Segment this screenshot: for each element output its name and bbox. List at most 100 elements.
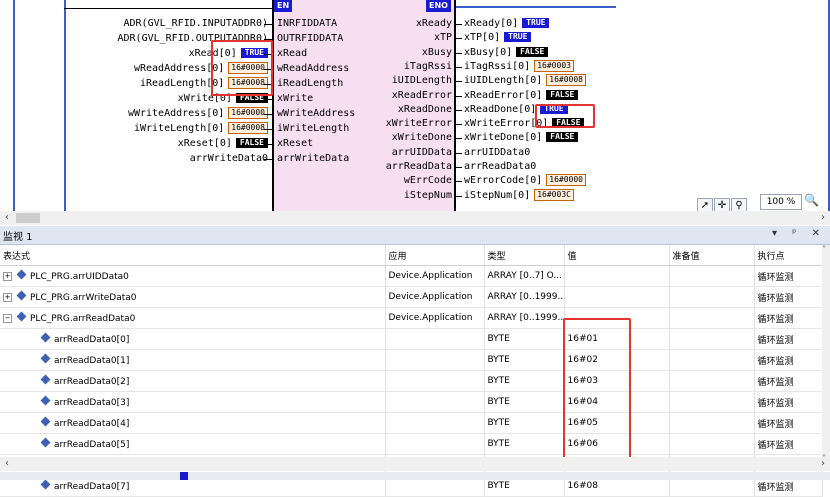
output-pin-label: xTP (433, 32, 452, 44)
zoom-icon[interactable]: ⚲ (731, 198, 747, 211)
watch-row[interactable]: arrReadData0[3] BYTE 16#04 循环监测 (0, 391, 823, 413)
scroll-right-icon[interactable]: › (816, 457, 830, 471)
column-header[interactable]: 准备值 (669, 245, 755, 266)
output-variable[interactable]: arrReadData0 (464, 160, 536, 173)
prepared-value-cell[interactable] (669, 391, 755, 413)
input-variable[interactable]: ADR(GVL_RFID.INPUTADDR0) (124, 17, 269, 30)
watch-panel: 监视 1 ▾ ᵖ ✕ 表达式 应用 类型值准备值 执行点 + PLC_PRG.arrUI… (0, 226, 830, 497)
input-wire (264, 144, 272, 145)
expression-text: PLC_PRG.arrReadData0 (30, 313, 136, 324)
zoom-level[interactable]: 100 % (760, 194, 802, 210)
output-variable[interactable]: xBusy[0] FALSE (464, 46, 549, 59)
variable-icon (40, 479, 51, 489)
expression-cell: arrReadData0[2] (0, 370, 386, 392)
application-cell: Device.Application (385, 286, 485, 308)
watch-row[interactable]: arrReadData0[0] BYTE 16#01 循环监测 (0, 328, 823, 350)
scroll-right-icon[interactable]: › (816, 211, 830, 225)
prepared-value-cell[interactable] (669, 328, 755, 350)
watch-horizontal-scrollbar[interactable]: ‹ › (0, 457, 830, 471)
output-variable[interactable]: xReadError[0] FALSE (464, 89, 579, 102)
output-variable[interactable]: iUIDLength[0] 16#0008 (464, 74, 586, 87)
output-pin-label: xReady (415, 18, 452, 29)
prepared-value-cell[interactable] (669, 370, 755, 392)
prepared-value-cell[interactable] (669, 307, 755, 329)
expression-text: arrReadData0[3] (54, 397, 130, 408)
watch-row[interactable]: arrReadData0[1] BYTE 16#02 循环监测 (0, 349, 823, 371)
move-icon[interactable]: ✛ (714, 198, 730, 211)
expression-cell: arrReadData0[3] (0, 391, 386, 413)
prepared-value-cell[interactable] (669, 286, 755, 308)
column-header[interactable]: 应用 (385, 245, 485, 266)
pointer-icon[interactable]: ➚ (697, 198, 713, 211)
application-cell: Device.Application (385, 265, 485, 287)
watch-vertical-scrollbar[interactable]: ˄ ˅ (822, 245, 830, 463)
watch-tab-icon[interactable] (180, 472, 188, 480)
watch-title: 监视 1 (3, 232, 33, 243)
watch-row[interactable]: + PLC_PRG.arrUIDData0 Device.Application AR… (0, 265, 823, 287)
expand-icon[interactable]: + (3, 271, 12, 281)
highlight-read-values (563, 318, 631, 470)
en-pin: EN (274, 0, 293, 12)
variable-icon (40, 437, 51, 447)
type-cell: BYTE (484, 328, 565, 350)
value-badge: FALSE (546, 132, 579, 143)
window-buttons[interactable]: ▾ ᵖ ✕ (772, 228, 826, 239)
output-wire (456, 52, 462, 54)
output-variable[interactable]: xTP[0] TRUE (464, 31, 532, 44)
scroll-left-icon[interactable]: ‹ (0, 211, 14, 225)
bottom-tab-strip (0, 472, 830, 480)
watch-row[interactable]: arrReadData0[2] BYTE 16#03 循环监测 (0, 370, 823, 392)
column-header[interactable]: 表达式 (0, 245, 386, 266)
prepared-value-cell[interactable] (669, 349, 755, 371)
scroll-left-icon[interactable]: ‹ (0, 457, 14, 471)
output-variable[interactable]: xReady[0] TRUE (464, 17, 550, 30)
input-variable[interactable]: arrWriteData0 (190, 152, 268, 165)
execution-point-cell: 循环监测 (754, 370, 823, 392)
watch-titlebar: 监视 1 ▾ ᵖ ✕ (0, 226, 830, 245)
execution-point-cell: 循环监测 (754, 349, 823, 371)
prepared-value-cell[interactable] (669, 433, 755, 455)
prepared-value-cell[interactable] (669, 265, 755, 287)
output-variable[interactable]: iStepNum[0] 16#003C (464, 188, 574, 202)
watch-row[interactable]: − PLC_PRG.arrReadData0 Device.Application A… (0, 307, 823, 329)
prepared-value-cell[interactable] (669, 412, 755, 434)
type-cell: BYTE (484, 433, 565, 455)
editor-horizontal-scrollbar[interactable]: ‹ › (0, 211, 830, 225)
scroll-thumb[interactable] (16, 213, 40, 223)
zoom-dropdown-icon[interactable]: 🔍 (804, 193, 819, 207)
column-header[interactable]: 类型 (484, 245, 565, 266)
input-variable[interactable]: iWriteLength[0] 16#0008 (134, 122, 268, 135)
fbd-editor[interactable]: EN ENO ADR(GVL_RFID.INPUTADDR0) INRFIDDAT… (0, 0, 830, 211)
watch-row[interactable]: arrReadData0[5] BYTE 16#06 循环监测 (0, 433, 823, 455)
output-variable[interactable]: iTagRssi[0] 16#0003 (464, 59, 574, 73)
output-variable[interactable]: arrUIDData0 (464, 146, 530, 159)
output-variable-name: xBusy[0] (464, 46, 513, 58)
application-cell: Device.Application (385, 307, 485, 329)
expression-text: PLC_PRG.arrWriteData0 (30, 292, 137, 303)
value-cell (564, 286, 670, 308)
value-badge: FALSE (516, 46, 549, 57)
collapse-icon[interactable]: − (3, 313, 12, 323)
input-pin-label: xRead (277, 48, 308, 59)
scroll-up-icon[interactable]: ˄ (822, 245, 826, 254)
fbd-toolbar: ➚ ✛ ⚲ (697, 193, 748, 211)
watch-row[interactable]: arrReadData0[4] BYTE 16#05 循环监测 (0, 412, 823, 434)
watch-row[interactable]: + PLC_PRG.arrWriteData0 Device.Application… (0, 286, 823, 308)
input-pin-label: wWriteAddress (277, 108, 356, 119)
output-variable[interactable]: xWriteDone[0] FALSE (464, 131, 579, 144)
input-variable[interactable]: wWriteAddress[0] 16#0000 (128, 107, 268, 120)
output-variable[interactable]: wErrorCode[0] 16#0000 (464, 174, 586, 187)
output-wire (456, 181, 462, 183)
input-variable[interactable]: xReset[0] FALSE (178, 137, 268, 150)
execution-point-cell: 循环监测 (754, 328, 823, 350)
output-wire (456, 109, 462, 111)
column-header[interactable]: 执行点 (754, 245, 823, 266)
expand-icon[interactable]: + (3, 292, 12, 302)
type-cell: ARRAY [0..7] O... (484, 265, 565, 287)
value-cell (564, 265, 670, 287)
output-variable-name: xReady[0] (464, 18, 519, 29)
input-variable-name: xReset[0] (177, 138, 232, 149)
expression-cell: arrReadData0[0] (0, 328, 386, 350)
application-cell (385, 328, 485, 350)
column-header[interactable]: 值 (564, 245, 670, 266)
